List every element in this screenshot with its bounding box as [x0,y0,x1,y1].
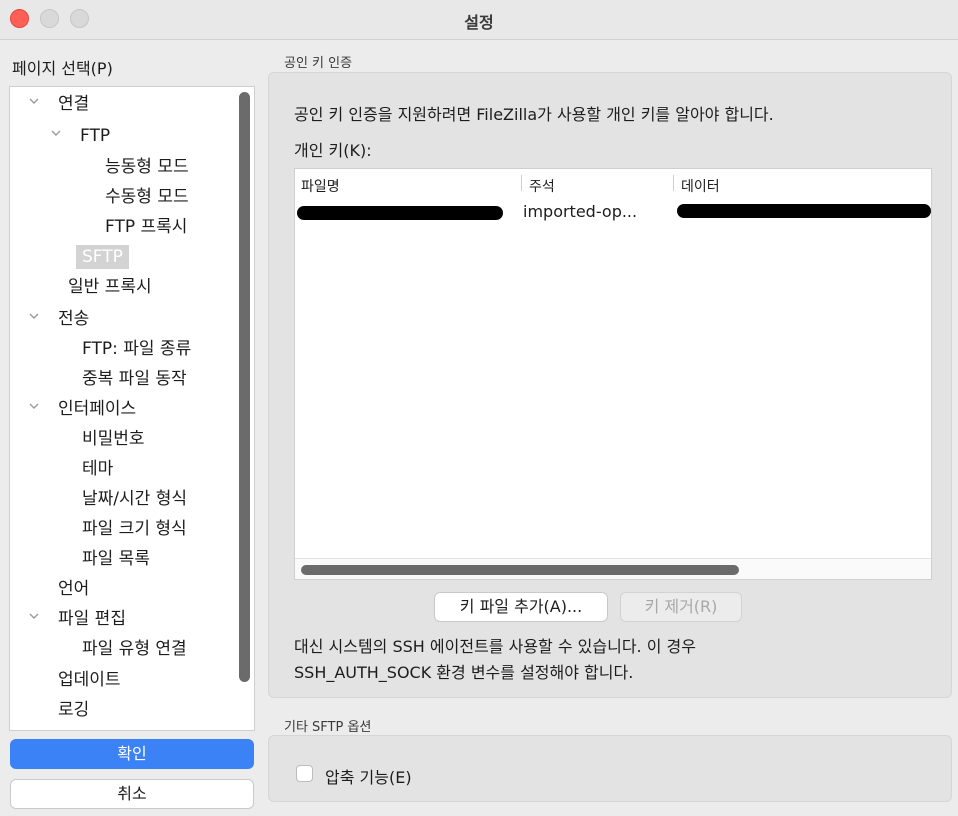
tree-item-file-types[interactable]: FTP: 파일 종류 [82,336,191,362]
redacted-key-data [677,204,931,218]
tree-item-file-editing[interactable]: 파일 편집 [28,606,126,632]
tree-item-label: FTP 프록시 [105,217,188,237]
compression-label[interactable]: 압축 기능(E) [325,764,412,788]
pubkey-group-title: 공인 키 인증 [284,56,353,71]
tree-item-label: 능동형 모드 [105,157,189,177]
chevron-down-icon[interactable] [28,95,40,107]
redacted-filename [297,206,503,220]
tree-item-label: 날짜/시간 형식 [82,489,187,509]
tree-scrollbar[interactable] [239,92,250,682]
column-separator[interactable] [673,175,674,191]
tree-item-label: 파일 크기 형식 [82,519,187,539]
ok-button[interactable]: 확인 [10,739,254,769]
tree-item-ftp-proxy[interactable]: FTP 프록시 [105,214,187,240]
tree-item-generic-proxy[interactable]: 일반 프록시 [68,274,152,300]
row-comment: imported-op... [523,202,638,221]
ssh-agent-note-line2: SSH_AUTH_SOCK 환경 변수를 설정해야 합니다. [294,663,634,682]
tree-item-updates[interactable]: 업데이트 [58,667,121,693]
private-keys-list[interactable]: 파일명 주석 데이터 imported-op... [294,168,932,580]
tree-item-language[interactable]: 언어 [58,576,89,602]
window-title: 설정 [464,13,494,32]
tree-item-label: 테마 [82,459,114,479]
page-select-heading: 페이지 선택(P) [12,59,113,78]
tree-item-label: 파일 목록 [82,549,150,569]
list-horizontal-scrollbar[interactable] [295,558,931,579]
tree-item-label: 비밀번호 [82,429,145,449]
tree-item-label: 전송 [58,309,90,329]
tree-item-sftp[interactable]: SFTP [76,244,129,270]
scrollbar-thumb[interactable] [301,565,739,575]
tree-item-file-lists[interactable]: 파일 목록 [82,546,150,572]
title-bar: 설정 [0,0,958,40]
tree-item-file-exists-action[interactable]: 중복 파일 동작 [82,366,187,392]
column-header-comment[interactable]: 주석 [529,176,555,196]
chevron-down-icon[interactable] [28,400,40,412]
page-tree[interactable]: 연결 FTP 능동형 모드 수동형 모드 FTP 프록시 SFTP 일반 프록시… [9,86,255,731]
cancel-button[interactable]: 취소 [10,779,254,809]
chevron-down-icon[interactable] [28,310,40,322]
tree-item-themes[interactable]: 테마 [82,456,113,482]
tree-item-label: FTP: 파일 종류 [82,339,192,359]
tree-item-ftp[interactable]: FTP [50,123,110,149]
tree-item-label: 파일 편집 [58,609,126,629]
tree-item-passwords[interactable]: 비밀번호 [82,426,145,452]
private-keys-label: 개인 키(K): [294,141,372,160]
tree-item-label: 인터페이스 [58,399,137,419]
tree-item-active-mode[interactable]: 능동형 모드 [105,154,189,180]
tree-item-transfers[interactable]: 전송 [28,306,89,332]
tree-item-label: 수동형 모드 [105,187,189,207]
tree-item-interface[interactable]: 인터페이스 [28,396,136,422]
add-key-file-button[interactable]: 키 파일 추가(A)... [434,592,608,622]
tree-item-label: 일반 프록시 [68,277,152,297]
tree-item-label: SFTP [76,245,129,269]
tree-item-label: 파일 유형 연결 [82,639,187,659]
compression-checkbox[interactable] [296,765,313,782]
column-header-data[interactable]: 데이터 [681,176,720,196]
ssh-agent-note-line1: 대신 시스템의 SSH 에이전트를 사용할 수 있습니다. 이 경우 [294,637,696,656]
remove-key-button[interactable]: 키 제거(R) [620,592,742,622]
chevron-down-icon[interactable] [50,127,62,139]
tree-item-connection[interactable]: 연결 [28,91,89,117]
tree-item-logging[interactable]: 로깅 [58,697,89,723]
tree-item-label: 중복 파일 동작 [82,369,187,389]
tree-item-label: 업데이트 [58,670,121,690]
pubkey-description: 공인 키 인증을 지원하려면 FileZilla가 사용할 개인 키를 알아야 … [294,105,774,124]
tree-item-label: 로깅 [58,700,90,720]
column-header-filename[interactable]: 파일명 [301,176,340,196]
tree-item-label: 언어 [58,579,90,599]
tree-item-date-time-format[interactable]: 날짜/시간 형식 [82,486,187,512]
tree-item-filesize-format[interactable]: 파일 크기 형식 [82,516,187,542]
chevron-down-icon[interactable] [28,610,40,622]
tree-item-label: 연결 [58,94,90,114]
tree-item-filetype-associations[interactable]: 파일 유형 연결 [82,636,187,662]
column-separator[interactable] [521,175,522,191]
other-options-group-title: 기타 SFTP 옵션 [284,720,372,735]
tree-item-passive-mode[interactable]: 수동형 모드 [105,184,189,210]
tree-item-label: FTP [80,126,111,146]
